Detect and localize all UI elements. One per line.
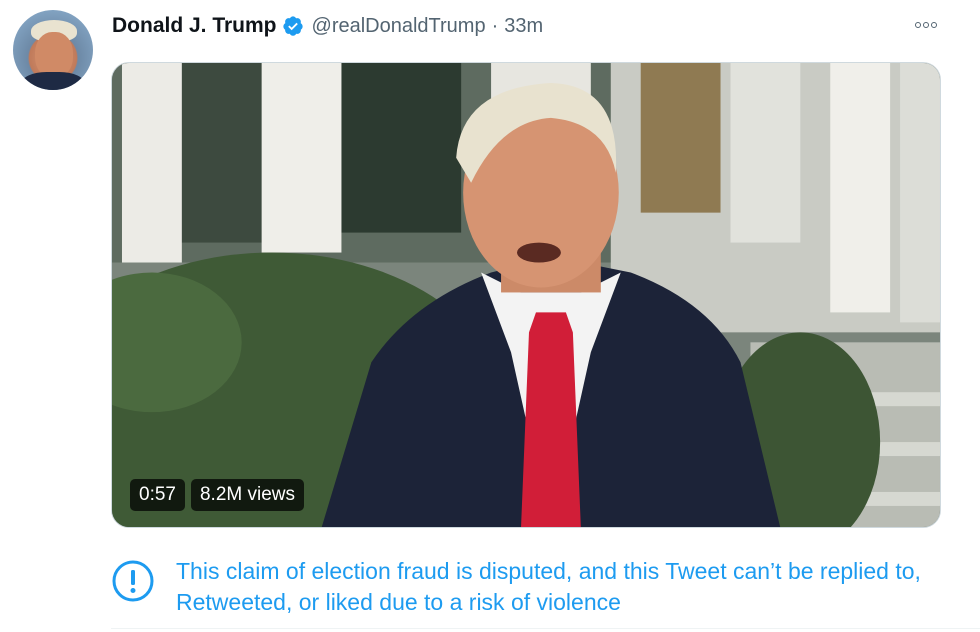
author-avatar[interactable] [13, 10, 93, 90]
video-view-count: 8.2M views [190, 479, 305, 511]
video-overlay: 0:57 8.2M views [130, 479, 305, 511]
more-horizontal-icon [915, 22, 921, 28]
avatar-suit [21, 72, 85, 90]
notice-text[interactable]: This claim of election fraud is disputed… [176, 556, 951, 618]
video-frame [112, 63, 940, 527]
more-options-button[interactable] [912, 13, 940, 37]
tweet-timestamp[interactable]: 33m [504, 15, 543, 38]
video-player[interactable]: 0:57 8.2M views [111, 62, 941, 528]
author-handle[interactable]: @realDonaldTrump [312, 15, 486, 38]
disputed-claim-notice[interactable]: This claim of election fraud is disputed… [111, 556, 951, 618]
verified-badge-icon [282, 16, 303, 36]
header-separator: · [491, 14, 499, 37]
exclamation-circle-icon [112, 560, 154, 602]
video-duration: 0:57 [130, 479, 185, 511]
tweet-divider [111, 628, 980, 629]
tweet-header: Donald J. Trump @realDonaldTrump · 33m [112, 12, 543, 40]
author-display-name[interactable]: Donald J. Trump [112, 14, 277, 38]
